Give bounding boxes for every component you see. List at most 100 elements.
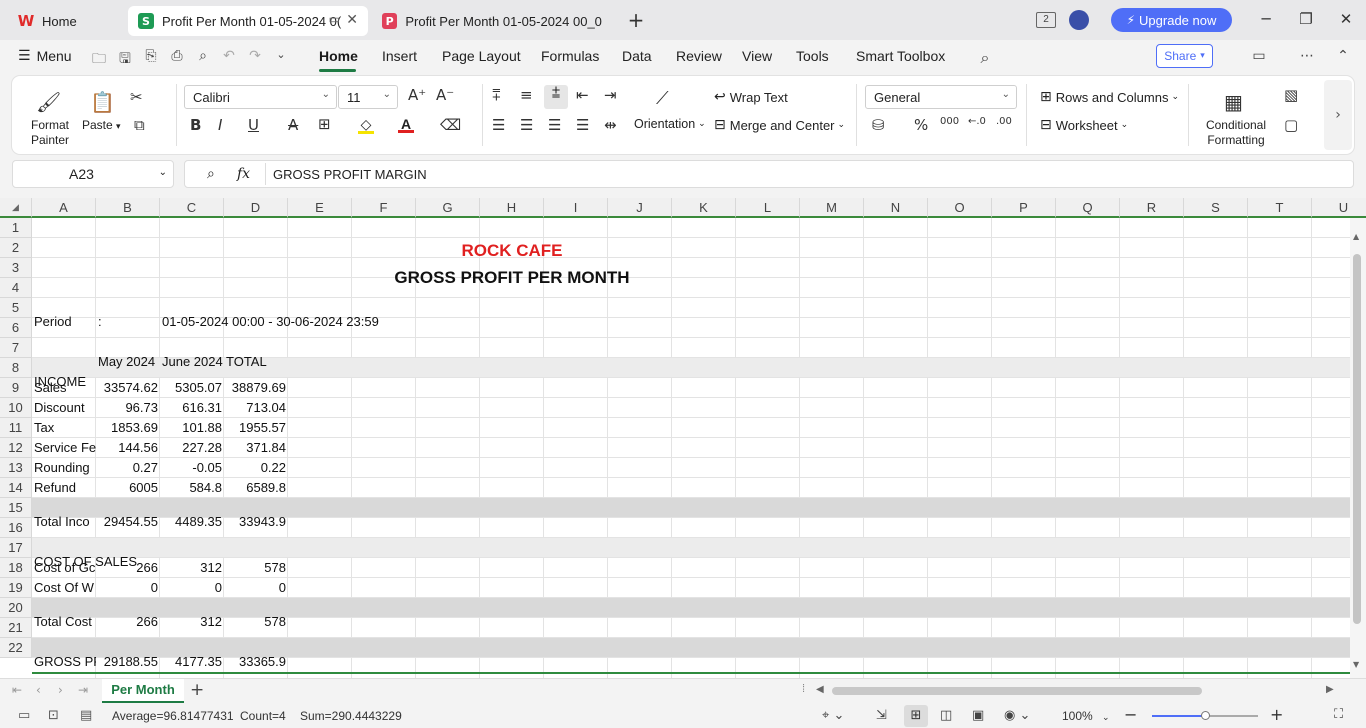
row-header[interactable]: 6 — [0, 318, 32, 338]
avatar[interactable] — [1069, 10, 1089, 30]
collapse-ribbon-icon[interactable]: ⌃ — [1334, 48, 1352, 66]
upgrade-button[interactable]: ⚡ Upgrade now — [1111, 8, 1232, 32]
row-header[interactable]: 5 — [0, 298, 32, 318]
tab-home-ribbon[interactable]: Home — [319, 48, 358, 64]
format-painter-button[interactable]: Format Painter — [28, 118, 72, 148]
scroll-left-icon[interactable]: ◀ — [816, 684, 824, 695]
column-header[interactable]: I — [544, 198, 608, 218]
fill-color-icon[interactable]: ◇ — [358, 116, 374, 134]
row-header[interactable]: 15 — [0, 498, 32, 518]
decrease-indent-icon[interactable]: ⇤ — [576, 86, 589, 104]
menu-button[interactable]: ☰ Menu — [18, 48, 72, 64]
more-chevron-icon[interactable]: ⌄ — [272, 48, 290, 66]
window-count-badge[interactable]: 2 — [1036, 12, 1056, 28]
increase-indent-icon[interactable]: ⇥ — [604, 86, 617, 104]
sheet-tab-per-month[interactable]: Per Month — [102, 679, 184, 703]
column-header[interactable]: H — [480, 198, 544, 218]
column-header[interactable]: S — [1184, 198, 1248, 218]
font-name-select[interactable]: Calibri ⌄ — [184, 85, 337, 109]
column-header[interactable]: M — [800, 198, 864, 218]
column-header[interactable]: L — [736, 198, 800, 218]
row-header[interactable]: 7 — [0, 338, 32, 358]
minimize-icon[interactable]: ─ — [1256, 10, 1276, 30]
zoom-in-icon[interactable]: + — [1270, 705, 1283, 724]
scroll-thumb[interactable] — [1353, 254, 1361, 624]
fx-icon[interactable]: fx — [237, 166, 250, 182]
thousands-icon[interactable]: 000 — [940, 116, 959, 127]
align-top-icon[interactable]: ⩱ — [492, 86, 501, 104]
fullscreen-icon[interactable]: ⛶ — [1334, 707, 1343, 722]
row-header[interactable]: 8 — [0, 358, 32, 378]
close-window-icon[interactable]: ✕ — [1336, 10, 1356, 30]
column-header[interactable]: A — [32, 198, 96, 218]
tab-insert[interactable]: Insert — [382, 48, 417, 64]
conditional-formatting-button[interactable]: Conditional Formatting — [1198, 118, 1274, 148]
worksheet-button[interactable]: ⊟ Worksheet ⌄ — [1040, 117, 1128, 133]
vertical-scrollbar[interactable]: ▲ ▼ — [1350, 218, 1366, 678]
row-header[interactable]: 19 — [0, 578, 32, 598]
increase-font-icon[interactable]: A⁺ — [408, 86, 426, 104]
row-header[interactable]: 10 — [0, 398, 32, 418]
zoom-slider-handle[interactable] — [1201, 711, 1210, 720]
first-sheet-icon[interactable]: ⇤ — [12, 683, 22, 697]
percent-icon[interactable]: % — [914, 116, 928, 134]
row-header[interactable]: 21 — [0, 618, 32, 638]
zoom-formula-icon[interactable]: ⌕ — [207, 166, 215, 182]
print-icon[interactable]: ⎙ — [168, 48, 186, 66]
formula-input[interactable]: ⌕ fx GROSS PROFIT MARGIN — [184, 160, 1354, 188]
page-layout-view-icon[interactable]: ▣ — [972, 708, 984, 723]
font-color-icon[interactable]: A — [398, 116, 414, 134]
row-header[interactable]: 3 — [0, 258, 32, 278]
tab-pdf[interactable]: P Profit Per Month 01-05-2024 00_00-30 — [372, 6, 612, 36]
restore-icon[interactable]: ❐ — [1296, 10, 1316, 30]
row-header[interactable]: 18 — [0, 558, 32, 578]
undo-icon[interactable]: ↶ — [220, 48, 238, 66]
tab-home[interactable]: W Home — [8, 6, 124, 36]
horizontal-scroll-thumb[interactable] — [832, 687, 1202, 695]
row-header[interactable]: 12 — [0, 438, 32, 458]
export-icon[interactable]: ⎘ — [142, 48, 160, 66]
row-header[interactable]: 20 — [0, 598, 32, 618]
align-center-icon[interactable]: ☰ — [520, 116, 533, 134]
decrease-font-icon[interactable]: A⁻ — [436, 86, 454, 104]
justify-icon[interactable]: ☰ — [576, 116, 589, 134]
distributed-icon[interactable]: ⇹ — [604, 116, 617, 134]
close-tab-icon[interactable]: ✕ — [346, 12, 358, 28]
zoom-level[interactable]: 100% ⌄ — [1062, 709, 1110, 723]
tab-spreadsheet[interactable]: S Profit Per Month 01-05-2024 0( ▭ ✕ — [128, 6, 368, 36]
column-header[interactable]: O — [928, 198, 992, 218]
column-header[interactable]: P — [992, 198, 1056, 218]
spreadsheet-grid[interactable]: ◢ ABCDEFGHIJKLMNOPQRSTU 1 2 3 4 5 6 7 8 9 10 11 12 1… — [0, 198, 1366, 678]
decrease-decimal-icon[interactable]: .00 — [996, 116, 1012, 127]
increase-decimal-icon[interactable]: ←.0 — [968, 116, 986, 127]
row-header[interactable]: 22 — [0, 638, 32, 658]
column-header[interactable]: E — [288, 198, 352, 218]
row-header[interactable]: 4 — [0, 278, 32, 298]
splitter-icon[interactable]: ⁞ — [802, 683, 805, 695]
ribbon-scroll-right-icon[interactable]: › — [1324, 80, 1352, 150]
rows-columns-button[interactable]: ⊞ Rows and Columns ⌄ — [1040, 89, 1179, 105]
orientation-button[interactable]: Orientation ⌄ — [634, 117, 706, 131]
strikethrough-icon[interactable]: A — [288, 116, 298, 134]
normal-view-icon[interactable]: ⊞ — [904, 705, 928, 727]
focus-mode-icon[interactable]: ⌖ ⌄ — [822, 708, 844, 723]
cut-icon[interactable]: ✂ — [130, 88, 143, 106]
column-header[interactable]: K — [672, 198, 736, 218]
tab-tools[interactable]: Tools — [796, 48, 829, 64]
column-header[interactable]: B — [96, 198, 160, 218]
align-left-icon[interactable]: ☰ — [492, 116, 505, 134]
merge-center-button[interactable]: ⊟ Merge and Center ⌄ — [714, 117, 845, 133]
print-preview-icon[interactable]: ⌕ — [194, 48, 212, 66]
tab-data[interactable]: Data — [622, 48, 652, 64]
row-header[interactable]: 9 — [0, 378, 32, 398]
save-icon[interactable]: 🖫 — [116, 48, 134, 67]
align-right-icon[interactable]: ☰ — [548, 116, 561, 134]
share-button[interactable]: Share ▾ — [1156, 44, 1213, 68]
tab-smart-toolbox[interactable]: Smart Toolbox — [856, 48, 945, 64]
column-header[interactable]: R — [1120, 198, 1184, 218]
page-icon[interactable]: ▭ — [18, 708, 30, 723]
notes-icon[interactable]: ▤ — [80, 708, 92, 723]
next-sheet-icon[interactable]: › — [58, 683, 63, 697]
macro-icon[interactable]: ⊡ — [48, 708, 59, 723]
column-header[interactable]: C — [160, 198, 224, 218]
